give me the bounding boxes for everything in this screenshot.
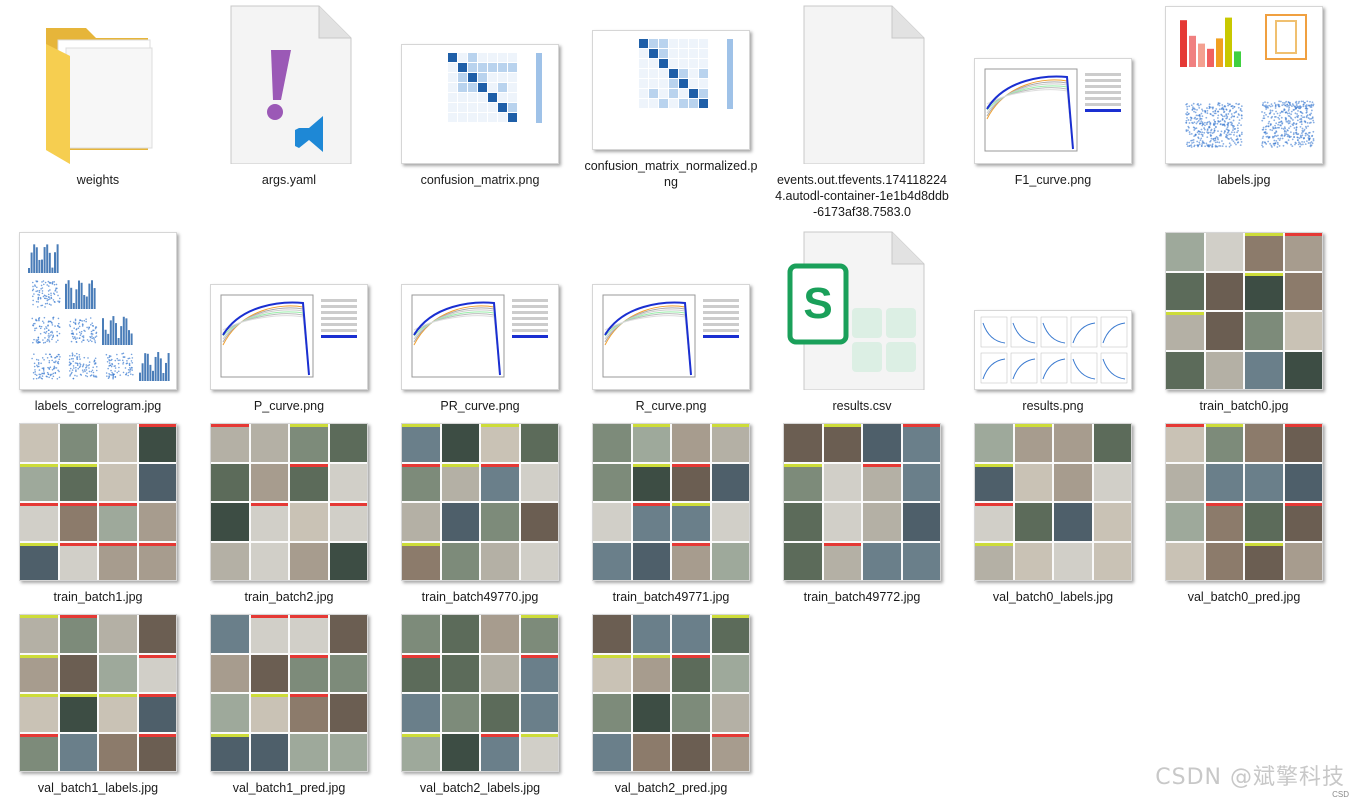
file-item[interactable]: train_batch49770.jpg	[390, 421, 570, 607]
file-name: val_batch1_pred.jpg	[201, 780, 377, 796]
matrix-thumbnail	[591, 4, 751, 150]
file-item[interactable]: train_batch49771.jpg	[581, 421, 761, 607]
file-name: labels.jpg	[1156, 172, 1332, 188]
file-name: labels_correlogram.jpg	[10, 398, 186, 414]
results-thumbnail	[973, 230, 1133, 390]
file-name: train_batch1.jpg	[10, 589, 186, 605]
corner-text: CSD	[1332, 790, 1349, 799]
file-item[interactable]: train_batch1.jpg	[8, 421, 188, 607]
file-name: train_batch2.jpg	[201, 589, 377, 605]
file-name: train_batch0.jpg	[1156, 398, 1332, 414]
image-mosaic-thumbnail	[1164, 230, 1324, 390]
file-name: confusion_matrix.png	[392, 172, 568, 188]
file-name: val_batch0_labels.jpg	[965, 589, 1141, 605]
file-item[interactable]: train_batch2.jpg	[199, 421, 379, 607]
labels-thumbnail	[1164, 4, 1324, 164]
image-mosaic-thumbnail	[18, 612, 178, 772]
image-mosaic-thumbnail	[400, 421, 560, 581]
file-item[interactable]: R_curve.png	[581, 230, 761, 416]
folder-icon	[18, 4, 178, 164]
file-name: events.out.tfevents.1741182244.autodl-co…	[774, 172, 950, 220]
curve-thumbnail	[591, 230, 751, 390]
image-mosaic-thumbnail	[591, 612, 751, 772]
curve-thumbnail	[973, 4, 1133, 164]
svg-text:S: S	[803, 279, 832, 328]
file-name: F1_curve.png	[965, 172, 1141, 188]
file-item[interactable]: confusion_matrix.png	[390, 4, 570, 190]
file-item[interactable]: confusion_matrix_normalized.png	[581, 4, 761, 190]
file-item[interactable]: PR_curve.png	[390, 230, 570, 416]
file-name: val_batch0_pred.jpg	[1156, 589, 1332, 605]
file-item[interactable]: val_batch2_pred.jpg	[581, 612, 761, 798]
watermark: CSDN @斌擎科技	[1155, 759, 1345, 791]
file-name: val_batch1_labels.jpg	[10, 780, 186, 796]
image-mosaic-thumbnail	[1164, 421, 1324, 581]
image-mosaic-thumbnail	[209, 612, 369, 772]
file-name: confusion_matrix_normalized.png	[583, 158, 759, 190]
file-name: P_curve.png	[201, 398, 377, 414]
file-item[interactable]: labels.jpg	[1154, 4, 1334, 190]
yaml-file-icon	[209, 4, 369, 164]
blank-file-icon	[782, 4, 942, 164]
image-mosaic-thumbnail	[973, 421, 1133, 581]
image-mosaic-thumbnail	[209, 421, 369, 581]
file-name: PR_curve.png	[392, 398, 568, 414]
image-mosaic-thumbnail	[400, 612, 560, 772]
file-item[interactable]: val_batch0_labels.jpg	[963, 421, 1143, 607]
spreadsheet-icon: S	[782, 230, 942, 390]
file-name: train_batch49772.jpg	[774, 589, 950, 605]
file-item[interactable]: train_batch0.jpg	[1154, 230, 1334, 416]
file-name: results.png	[965, 398, 1141, 414]
file-item[interactable]: args.yaml	[199, 4, 379, 190]
file-item[interactable]: train_batch49772.jpg	[772, 421, 952, 607]
file-item[interactable]: val_batch0_pred.jpg	[1154, 421, 1334, 607]
file-name: args.yaml	[201, 172, 377, 188]
matrix-thumbnail	[400, 4, 560, 164]
file-item[interactable]: val_batch1_labels.jpg	[8, 612, 188, 798]
file-item[interactable]: val_batch2_labels.jpg	[390, 612, 570, 798]
image-mosaic-thumbnail	[18, 421, 178, 581]
file-name: train_batch49770.jpg	[392, 589, 568, 605]
image-mosaic-thumbnail	[782, 421, 942, 581]
file-name: R_curve.png	[583, 398, 759, 414]
file-name: train_batch49771.jpg	[583, 589, 759, 605]
file-name: val_batch2_labels.jpg	[392, 780, 568, 796]
file-name: results.csv	[774, 398, 950, 414]
image-mosaic-thumbnail	[591, 421, 751, 581]
file-item[interactable]: F1_curve.png	[963, 4, 1143, 190]
curve-thumbnail	[209, 230, 369, 390]
file-item[interactable]: val_batch1_pred.jpg	[199, 612, 379, 798]
file-item[interactable]: results.png	[963, 230, 1143, 416]
file-item[interactable]: events.out.tfevents.1741182244.autodl-co…	[772, 4, 952, 190]
file-item[interactable]: Sresults.csv	[772, 230, 952, 416]
file-name: val_batch2_pred.jpg	[583, 780, 759, 796]
file-grid: weights args.yaml confusion_matrix.png conf…	[0, 0, 1353, 799]
file-item[interactable]: labels_correlogram.jpg	[8, 230, 188, 416]
file-name: weights	[10, 172, 186, 188]
correlogram-thumbnail	[18, 230, 178, 390]
curve-thumbnail	[400, 230, 560, 390]
file-item[interactable]: weights	[8, 4, 188, 190]
file-item[interactable]: P_curve.png	[199, 230, 379, 416]
